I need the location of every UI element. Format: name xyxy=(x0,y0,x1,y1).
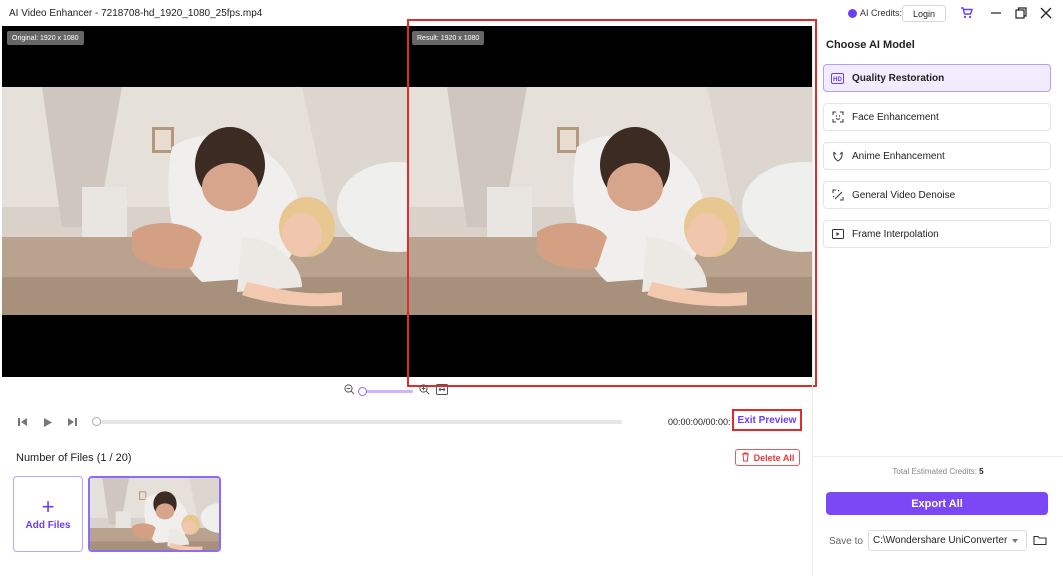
zoom-slider-handle[interactable] xyxy=(358,386,367,396)
close-icon[interactable] xyxy=(1037,4,1055,22)
video-thumbnail[interactable] xyxy=(88,476,221,552)
estimated-credits-label: Total Estimated Credits: xyxy=(892,467,977,476)
minimize-icon[interactable] xyxy=(987,4,1005,22)
play-icon[interactable] xyxy=(41,414,55,430)
model-frame-interpolation[interactable]: Frame Interpolation xyxy=(823,220,1051,248)
panel-title: Choose AI Model xyxy=(826,39,915,51)
ai-model-panel: Choose AI Model HD Quality Restoration F… xyxy=(813,26,1063,576)
model-label: General Video Denoise xyxy=(852,189,956,201)
next-frame-icon[interactable] xyxy=(65,414,79,430)
result-highlight-box xyxy=(407,19,817,387)
model-label: Frame Interpolation xyxy=(852,228,939,240)
previous-frame-icon[interactable] xyxy=(16,414,30,430)
zoom-controls xyxy=(344,384,448,398)
export-all-button[interactable]: Export All xyxy=(826,492,1048,515)
anime-icon xyxy=(831,150,844,163)
trash-icon xyxy=(741,452,750,464)
zoom-out-icon[interactable] xyxy=(344,382,355,400)
delete-all-label: Delete All xyxy=(753,452,795,463)
exit-preview-button[interactable]: Exit Preview xyxy=(732,409,802,431)
model-label: Face Enhancement xyxy=(852,111,939,123)
estimated-credits: Total Estimated Credits: 5 xyxy=(813,467,1063,476)
delete-all-button[interactable]: Delete All xyxy=(735,449,800,466)
denoise-icon xyxy=(831,189,844,202)
panel-separator xyxy=(813,456,1063,457)
hd-icon: HD xyxy=(831,72,844,85)
file-count-label: Number of Files (1 / 20) xyxy=(16,452,132,464)
plus-icon: + xyxy=(41,493,55,519)
app-window: AI Video Enhancer - 7218708-hd_1920_1080… xyxy=(0,0,1063,576)
login-button[interactable]: Login xyxy=(902,5,946,22)
save-location-select[interactable]: C:\Wondershare UniConverter xyxy=(868,530,1027,551)
model-general-video-denoise[interactable]: General Video Denoise xyxy=(823,181,1051,209)
model-face-enhancement[interactable]: Face Enhancement xyxy=(823,103,1051,131)
folder-icon[interactable] xyxy=(1033,533,1047,547)
timecode: 00:00:00/00:00:00 xyxy=(668,417,730,427)
zoom-in-icon[interactable] xyxy=(419,382,430,400)
playback-timeline[interactable] xyxy=(92,417,622,426)
thumbnail-image xyxy=(90,478,221,552)
chevron-down-icon xyxy=(1012,539,1018,543)
ai-credits[interactable]: AI Credits: xyxy=(848,8,902,18)
face-scan-icon xyxy=(831,111,844,124)
add-files-button[interactable]: + Add Files xyxy=(13,476,83,552)
credits-label: AI Credits: xyxy=(860,8,903,18)
estimated-credits-value: 5 xyxy=(979,467,984,476)
model-label: Anime Enhancement xyxy=(852,150,945,162)
original-video-frame xyxy=(2,87,407,315)
restore-icon[interactable] xyxy=(1012,4,1030,22)
timeline-handle[interactable] xyxy=(92,417,101,426)
add-files-label: Add Files xyxy=(25,519,71,531)
cart-icon[interactable] xyxy=(957,4,975,22)
original-resolution-badge: Original: 1920 x 1080 xyxy=(7,31,84,45)
frame-interpolation-icon xyxy=(831,228,844,241)
fit-width-icon[interactable] xyxy=(436,382,448,400)
model-label: Quality Restoration xyxy=(852,72,945,84)
model-quality-restoration[interactable]: HD Quality Restoration xyxy=(823,64,1051,92)
window-title: AI Video Enhancer - 7218708-hd_1920_1080… xyxy=(9,8,263,19)
save-path-value: C:\Wondershare UniConverter xyxy=(873,535,1008,546)
model-anime-enhancement[interactable]: Anime Enhancement xyxy=(823,142,1051,170)
playback-controls: 00:00:00/00:00:00 Exit Preview xyxy=(16,409,806,431)
svg-text:HD: HD xyxy=(833,77,842,83)
zoom-slider[interactable] xyxy=(358,386,413,396)
original-pane: Original: 1920 x 1080 xyxy=(2,26,407,377)
save-to-label: Save to xyxy=(829,536,863,547)
credits-icon xyxy=(848,8,857,18)
